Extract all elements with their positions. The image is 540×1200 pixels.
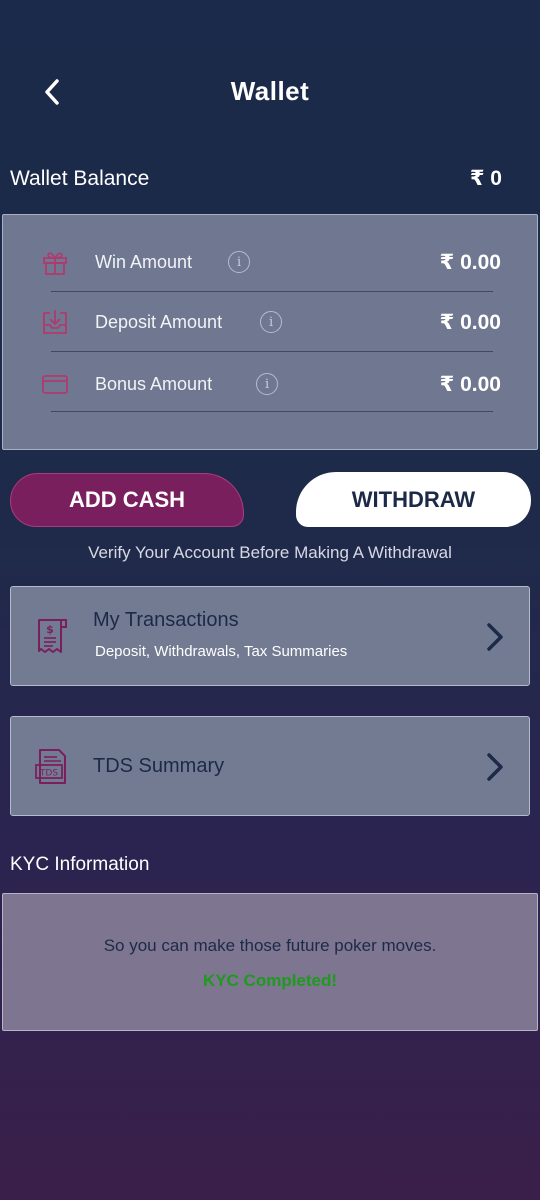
deposit-tray-icon bbox=[39, 306, 71, 338]
kyc-card: So you can make those future poker moves… bbox=[2, 893, 538, 1031]
page-title: Wallet bbox=[230, 76, 310, 106]
wallet-balance-label: Wallet Balance bbox=[10, 166, 150, 190]
wallet-balance-amount: ₹ 0 bbox=[469, 167, 502, 190]
bonus-amount-value: ₹ 0.00 bbox=[439, 372, 501, 396]
bonus-amount-label: Bonus Amount bbox=[95, 373, 213, 394]
my-transactions-subtitle: Deposit, Withdrawals, Tax Summaries bbox=[95, 643, 348, 660]
info-icon[interactable]: i bbox=[260, 311, 283, 333]
chevron-right-icon bbox=[487, 753, 503, 781]
svg-text:$: $ bbox=[46, 623, 54, 636]
win-amount-value: ₹ 0.00 bbox=[439, 250, 501, 274]
tds-document-icon: TDS bbox=[35, 749, 66, 784]
chevron-right-icon bbox=[487, 623, 503, 651]
withdraw-button[interactable]: WITHDRAW bbox=[296, 472, 531, 527]
deposit-amount-label: Deposit Amount bbox=[95, 311, 223, 332]
info-icon[interactable]: i bbox=[256, 373, 279, 395]
deposit-amount-value: ₹ 0.00 bbox=[439, 310, 501, 334]
receipt-icon: $ bbox=[38, 619, 67, 653]
tds-summary-card[interactable]: TDS TDS Summary bbox=[10, 716, 530, 816]
my-transactions-title: My Transactions bbox=[93, 609, 239, 631]
gift-icon bbox=[39, 246, 71, 278]
win-amount-row: Win Amount i ₹ 0.00 bbox=[39, 233, 501, 291]
svg-text:TDS: TDS bbox=[39, 769, 58, 779]
kyc-message: So you can make those future poker moves… bbox=[103, 936, 437, 955]
kyc-heading: KYC Information bbox=[10, 854, 150, 875]
divider bbox=[51, 351, 493, 352]
my-transactions-card[interactable]: $ My Transactions Deposit, Withdrawals, … bbox=[10, 586, 530, 686]
add-cash-button[interactable]: ADD CASH bbox=[10, 473, 244, 527]
card-icon bbox=[39, 368, 71, 400]
bonus-amount-row: Bonus Amount i ₹ 0.00 bbox=[39, 355, 501, 413]
win-amount-label: Win Amount bbox=[95, 251, 193, 272]
header: Wallet bbox=[0, 0, 540, 180]
wallet-balance-row: Wallet Balance ₹ 0 bbox=[10, 166, 502, 191]
info-icon[interactable]: i bbox=[228, 251, 251, 273]
divider bbox=[51, 411, 493, 412]
verify-account-note: Verify Your Account Before Making A With… bbox=[88, 543, 452, 562]
amounts-card: Win Amount i ₹ 0.00 Deposit Amount i ₹ 0… bbox=[2, 214, 538, 450]
tds-summary-title: TDS Summary bbox=[93, 755, 225, 777]
kyc-status: KYC Completed! bbox=[202, 971, 338, 990]
deposit-amount-row: Deposit Amount i ₹ 0.00 bbox=[39, 293, 501, 351]
divider bbox=[51, 291, 493, 292]
